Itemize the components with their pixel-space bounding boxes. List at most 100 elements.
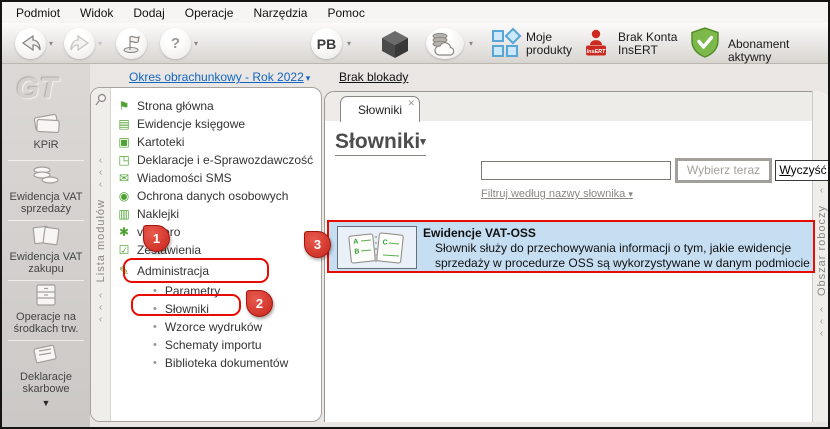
cloud-database-icon	[430, 31, 460, 57]
admin-pencil-icon: ✎	[117, 264, 131, 278]
menu-narzedzia[interactable]: Narzędzia	[243, 3, 317, 23]
submodule-label: Wzorce wydruków	[165, 320, 262, 334]
chevron-left-icon[interactable]: ‹	[820, 185, 823, 197]
module-list-collapse-bar[interactable]: ‹ ‹ ‹ Lista modułów ‹ ‹ ‹	[91, 88, 111, 421]
forward-caret-icon[interactable]: ▾	[98, 39, 102, 48]
menu-dodaj[interactable]: Dodaj	[123, 3, 174, 23]
module-item-label: Wiadomości SMS	[137, 171, 232, 185]
workspace: Słowniki ✕ Słowniki▾ Wybierz teraz Wyczy…	[324, 91, 830, 422]
submodule-item-wzorce-wydrukow[interactable]: • Wzorce wydruków	[153, 318, 262, 335]
menu-operacje[interactable]: Operacje	[175, 3, 244, 23]
account-label-2[interactable]: InsERT	[618, 44, 658, 57]
menu-widok[interactable]: Widok	[70, 3, 123, 23]
submodule-item-slowniki[interactable]: • Słowniki	[153, 300, 209, 317]
submodule-item-schematy-importu[interactable]: • Schematy importu	[153, 336, 262, 353]
chevron-left-icon[interactable]: ‹	[99, 314, 102, 326]
insert-stamp-icon[interactable]: InsERT	[582, 28, 610, 58]
result-title: Ewidencje VAT-OSS	[423, 226, 536, 240]
module-item-ochrona-danych[interactable]: ◉ Ochrona danych osobowych	[117, 187, 288, 204]
accounting-period-text: Okres obrachunkowy - Rok 2022	[129, 70, 304, 84]
select-now-button[interactable]: Wybierz teraz	[675, 158, 772, 183]
submodule-item-biblioteka-dokumentow[interactable]: • Biblioteka dokumentów	[153, 354, 288, 371]
chevron-left-icon[interactable]: ‹	[99, 179, 102, 191]
chevron-left-icon[interactable]: ‹	[820, 316, 823, 328]
cloud-archive-button[interactable]	[426, 28, 464, 59]
page-title[interactable]: Słowniki▾	[335, 130, 426, 156]
submodule-label: Schematy importu	[165, 338, 262, 352]
chevron-left-icon[interactable]: ‹	[99, 155, 102, 167]
pin-icon[interactable]	[94, 93, 108, 107]
module-item-administracja[interactable]: ✎ Administracja	[117, 262, 209, 279]
module-item-ewidencje-ksiegowe[interactable]: ▤ Ewidencje księgowe	[117, 115, 245, 132]
user-caret-icon[interactable]: ▾	[347, 39, 351, 48]
sidebar-more-icon[interactable]: ▼	[2, 398, 90, 408]
toolbar: ▾ ▾ ? ▾ PB ▾	[2, 23, 828, 64]
search-input[interactable]	[481, 161, 671, 180]
sidebar-item-ewidencja-vat-zakupu[interactable]: Ewidencja VAT zakupu	[2, 222, 90, 275]
menu-podmiot[interactable]: Podmiot	[6, 3, 70, 23]
submodule-label: Parametry	[165, 284, 220, 298]
shield-check-icon[interactable]	[690, 27, 720, 59]
gt-logo: GT	[16, 72, 58, 106]
help-caret-icon[interactable]: ▾	[194, 39, 198, 48]
submodule-label: Słowniki	[165, 302, 209, 316]
result-item-ewidencje-vat-oss[interactable]: A B C Ewidencje VAT-OSS Słownik służy do	[327, 220, 815, 273]
dictionary-letter: B	[354, 248, 360, 255]
module-item-kartoteki[interactable]: ▣ Kartoteki	[117, 133, 184, 150]
user-pb-button[interactable]: PB	[311, 28, 342, 59]
submodule-item-parametry[interactable]: • Parametry	[153, 282, 220, 299]
menu-pomoc[interactable]: Pomoc	[317, 3, 374, 23]
sidebar-label: środkach trw.	[2, 323, 90, 335]
vendero-icon: ✱	[117, 225, 131, 239]
sidebar-label: KPiR	[2, 139, 90, 151]
module-item-label: Ochrona danych osobowych	[137, 189, 288, 203]
chevron-left-icon[interactable]: ‹	[99, 290, 102, 302]
bullet-icon: •	[153, 339, 157, 351]
dictionary-icon-box: A B C	[337, 226, 417, 269]
chevron-left-icon[interactable]: ‹	[820, 328, 823, 340]
cube-icon[interactable]	[380, 29, 410, 59]
card-index-icon: ▣	[117, 135, 131, 149]
forward-arrow-icon	[69, 35, 91, 53]
tab-close-icon[interactable]: ✕	[407, 98, 415, 109]
lock-status-link[interactable]: Brak blokady	[339, 70, 408, 84]
sidebar-item-kpir[interactable]: KPiR	[2, 110, 90, 151]
help-button[interactable]: ?	[160, 28, 191, 59]
chevron-left-icon[interactable]: ‹	[99, 167, 102, 179]
module-item-strona-glowna[interactable]: ⚑ Strona główna	[117, 97, 214, 114]
flag-button[interactable]	[116, 28, 147, 59]
bullet-icon: •	[153, 285, 157, 297]
sidebar-label: Ewidencja VAT	[2, 251, 90, 263]
filter-by-name-link[interactable]: Filtruj według nazwy słownika ▾	[481, 188, 633, 200]
sidebar-item-operacje-srodki-trwale[interactable]: Operacje na środkach trw.	[2, 282, 90, 335]
module-item-naklejki[interactable]: ▥ Naklejki	[117, 205, 179, 222]
chevron-left-icon[interactable]: ‹	[820, 304, 823, 316]
forward-button[interactable]	[64, 28, 95, 59]
cloud-caret-icon[interactable]: ▾	[469, 39, 473, 48]
clear-button[interactable]: Wyczyść	[775, 160, 830, 181]
module-item-deklaracje[interactable]: ◳ Deklaracje i e-Sprawozdawczość	[117, 151, 313, 168]
sidebar-divider	[8, 220, 84, 221]
ledger-icon: ▤	[117, 117, 131, 131]
module-sidebar: GT KPiR Ewidencja VAT sprzedaży	[2, 64, 90, 427]
title-caret-icon: ▾	[420, 136, 426, 148]
sidebar-label: zakupu	[2, 263, 90, 275]
stamp-text: InsERT	[587, 49, 606, 55]
result-description-line1: Słownik służy do przechowywania informac…	[435, 241, 791, 255]
module-item-label: Administracja	[137, 264, 209, 278]
documents-icon	[31, 342, 61, 368]
dictionary-letter: C	[382, 239, 388, 246]
sidebar-item-ewidencja-vat-sprzedazy[interactable]: Ewidencja VAT sprzedaży	[2, 162, 90, 215]
products-grid-icon[interactable]	[492, 30, 522, 58]
sidebar-item-deklaracje-skarbowe[interactable]: Deklaracje skarbowe	[2, 342, 90, 395]
products-label-2[interactable]: produkty	[526, 44, 572, 57]
module-item-wiadomosci-sms[interactable]: ✉ Wiadomości SMS	[117, 169, 232, 186]
accounting-period-link[interactable]: Okres obrachunkowy - Rok 2022▾	[129, 70, 310, 84]
menubar: Podmiot Widok Dodaj Operacje Narzędzia P…	[2, 2, 828, 23]
kpir-book-icon	[31, 110, 61, 136]
back-caret-icon[interactable]: ▾	[49, 39, 53, 48]
chevron-left-icon[interactable]: ‹	[99, 302, 102, 314]
subscription-status-label[interactable]: Abonament aktywny	[728, 38, 828, 64]
tab-slowniki[interactable]: Słowniki ✕	[340, 96, 420, 122]
back-button[interactable]	[15, 28, 46, 59]
